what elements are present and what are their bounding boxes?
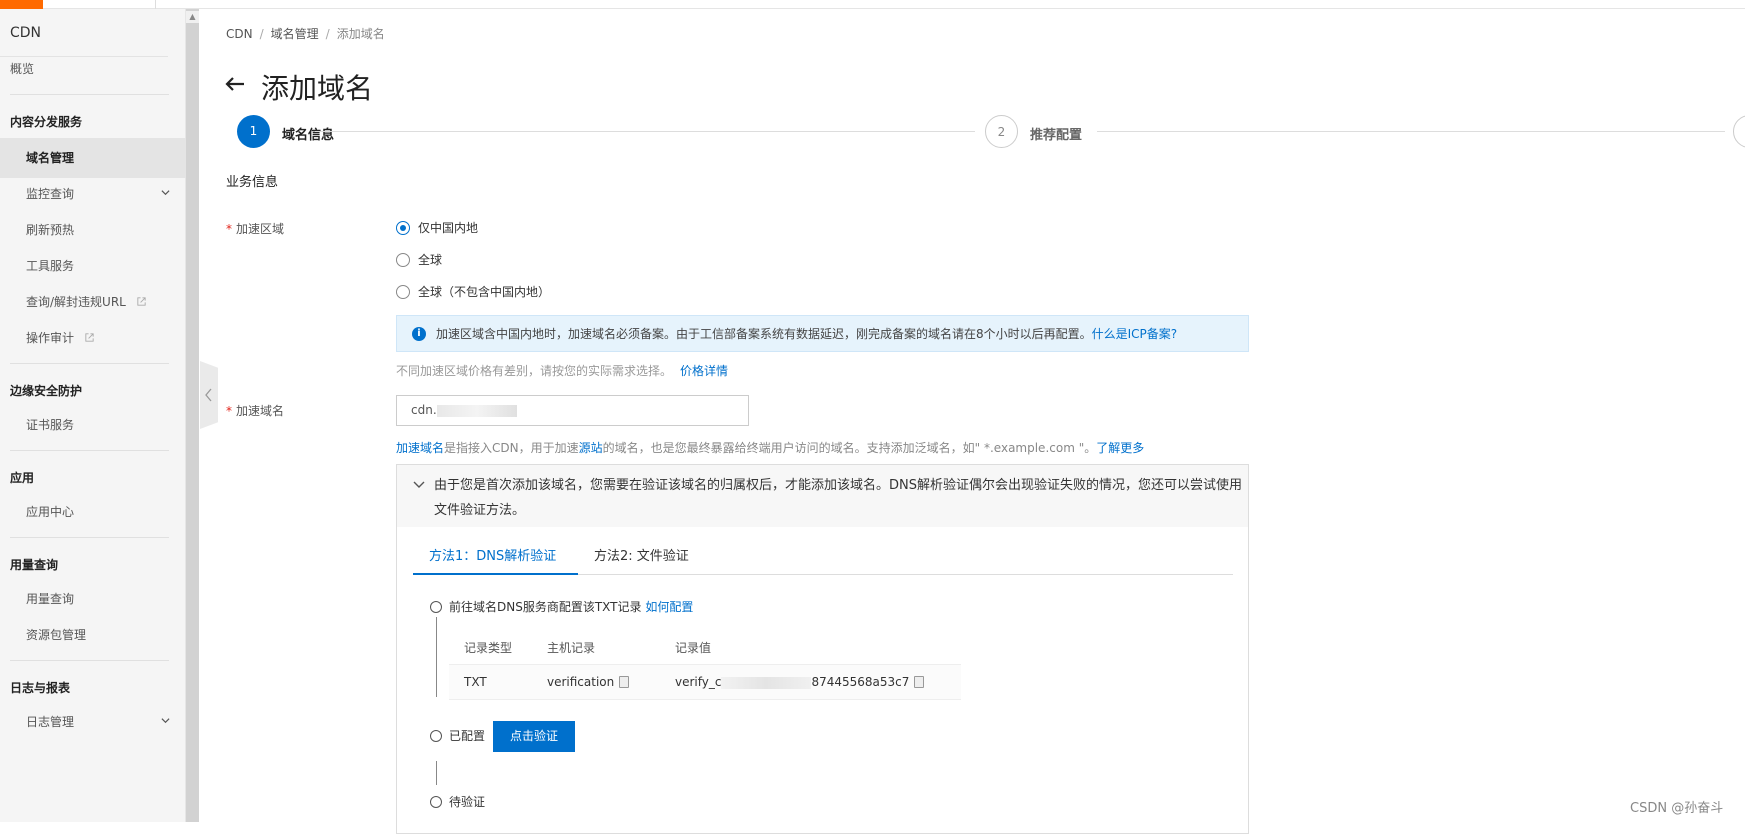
step-ring-icon	[430, 600, 442, 613]
domain-hint: 加速域名是指接入CDN，用于加速源站的域名，也是您最终暴露给终端用户访问的域名。…	[396, 441, 1145, 455]
record-value: verify_c 87445568a53c7	[675, 675, 961, 689]
sidebar-divider	[10, 363, 169, 364]
sidebar-scrollbar[interactable]: ▲	[186, 9, 199, 822]
txt-record-table: 记录类型 主机记录 记录值 TXT verification verify_c 8…	[449, 630, 961, 700]
sidebar-divider	[10, 660, 169, 661]
sidebar-item-audit[interactable]: 操作审计	[0, 318, 186, 358]
tab-dns-verify[interactable]: 方法1：DNS解析验证	[413, 547, 578, 575]
page-title: 添加域名	[261, 72, 374, 105]
region-option-global[interactable]: 全球	[396, 251, 442, 268]
step-connector	[315, 131, 975, 132]
step-timeline	[436, 761, 437, 785]
step-ring-icon	[430, 729, 442, 742]
step-1-indicator: 1	[237, 115, 270, 148]
redacted-text	[721, 676, 812, 689]
copy-icon[interactable]	[914, 676, 925, 688]
domain-term-link[interactable]: 加速域名	[396, 441, 444, 455]
section-title: 业务信息	[226, 175, 279, 190]
sidebar-item-log-management[interactable]: 日志管理	[0, 702, 186, 742]
breadcrumb-domain-management[interactable]: 域名管理	[271, 27, 319, 41]
price-details-link[interactable]: 价格详情	[680, 364, 728, 378]
step-3-indicator	[1733, 115, 1745, 148]
learn-more-link[interactable]: 了解更多	[1096, 441, 1144, 455]
sidebar-divider	[10, 94, 169, 95]
brand-logo[interactable]	[0, 0, 43, 9]
sidebar-group-apps: 应用	[10, 471, 35, 485]
sidebar-item-monitoring[interactable]: 监控查询	[0, 174, 186, 214]
sidebar-item-domain-management[interactable]: 域名管理	[0, 138, 186, 178]
record-type: TXT	[464, 675, 487, 689]
chevron-down-icon	[161, 190, 170, 196]
breadcrumb: CDN / 域名管理 / 添加域名	[226, 27, 385, 41]
record-host: verification	[547, 675, 675, 689]
sidebar-item-label: 操作审计	[26, 331, 75, 345]
table-header: 记录类型 主机记录 记录值	[464, 640, 712, 655]
copy-icon[interactable]	[619, 676, 630, 688]
step-ring-icon	[430, 795, 442, 808]
step-connector	[1097, 131, 1725, 132]
sidebar-item-overview[interactable]: 概览	[0, 49, 186, 89]
sidebar-group-usage: 用量查询	[10, 558, 59, 572]
domain-input[interactable]: cdn.	[396, 395, 749, 426]
origin-term-link[interactable]: 源站	[579, 441, 603, 455]
verify-message: 由于您是首次添加该域名，您需要在验证该域名的归属权后，才能添加该域名。DNS解析…	[434, 478, 1242, 518]
step-1-label: 域名信息	[282, 128, 335, 143]
ownership-verify-panel: 由于您是首次添加该域名，您需要在验证该域名的归属权后，才能添加该域名。DNS解析…	[396, 464, 1249, 834]
main-content: CDN / 域名管理 / 添加域名 添加域名 1 域名信息 2 推荐配置 业务信息 * 加…	[200, 9, 1745, 834]
sidebar-item-packages[interactable]: 资源包管理	[0, 615, 186, 655]
radio-icon	[396, 284, 410, 299]
region-option-mainland[interactable]: 仅中国内地	[396, 219, 478, 236]
verify-tabs: 方法1：DNS解析验证 方法2: 文件验证	[413, 547, 1233, 575]
sidebar-divider	[10, 537, 169, 538]
region-option-global-excl-mainland[interactable]: 全球（不包含中国内地）	[396, 283, 550, 300]
top-bar	[0, 0, 1745, 9]
scroll-up-arrow-icon[interactable]: ▲	[186, 11, 199, 23]
watermark: CSDN @孙奋斗	[1630, 801, 1724, 816]
verify-step-configured: 已配置	[430, 727, 485, 744]
info-text: 加速区域含中国内地时，加速域名必须备案。由于工信部备案系统有数据延迟，刚完成备案…	[436, 327, 1092, 341]
back-arrow-icon[interactable]	[224, 73, 246, 95]
breadcrumb-add-domain: 添加域名	[336, 27, 385, 41]
chevron-down-icon	[161, 718, 170, 724]
external-link-icon	[85, 333, 94, 342]
price-hint: 不同加速区域价格有差别，请按您的实际需求选择。 价格详情	[396, 364, 729, 378]
sidebar-divider	[10, 450, 169, 451]
region-label: * 加速区域	[226, 222, 285, 236]
tab-file-verify[interactable]: 方法2: 文件验证	[594, 547, 689, 575]
icp-info-alert: i 加速区域含中国内地时，加速域名必须备案。由于工信部备案系统有数据延迟，刚完成…	[396, 315, 1249, 352]
radio-icon	[396, 252, 410, 267]
sidebar-item-label: 日志管理	[26, 715, 75, 729]
sidebar-item-tools[interactable]: 工具服务	[0, 246, 186, 286]
external-link-icon	[137, 297, 146, 306]
sidebar-item-refresh[interactable]: 刷新预热	[0, 210, 186, 250]
sidebar-group-logs: 日志与报表	[10, 681, 71, 695]
sidebar-item-url-query[interactable]: 查询/解封违规URL	[0, 282, 186, 322]
sidebar-item-label: 查询/解封违规URL	[26, 295, 126, 309]
sidebar-group-content: 内容分发服务	[10, 115, 83, 129]
top-bar-divider	[155, 0, 156, 9]
domain-label: * 加速域名	[226, 404, 285, 418]
sidebar-item-label: 监控查询	[26, 187, 75, 201]
sidebar: CDN 概览 内容分发服务 域名管理 监控查询 刷新预热 工具服务 查询/解封违…	[0, 9, 186, 822]
step-2-indicator: 2	[985, 115, 1018, 148]
verify-button[interactable]: 点击验证	[493, 721, 575, 752]
how-to-configure-link[interactable]: 如何配置	[645, 598, 693, 615]
verify-step-pending: 待验证	[430, 793, 485, 810]
info-icon: i	[412, 326, 426, 341]
table-row: TXT verification verify_c 87445568a53c7	[449, 664, 961, 700]
breadcrumb-cdn[interactable]: CDN	[226, 27, 253, 41]
radio-checked-icon	[396, 220, 410, 235]
verify-step-configure: 前往域名DNS服务商配置该TXT记录 如何配置	[430, 598, 693, 615]
sidebar-item-certificates[interactable]: 证书服务	[0, 405, 186, 445]
sidebar-item-app-center[interactable]: 应用中心	[0, 492, 186, 532]
redacted-text	[436, 404, 517, 417]
sidebar-item-usage-query[interactable]: 用量查询	[0, 579, 186, 619]
verify-panel-header[interactable]: 由于您是首次添加该域名，您需要在验证该域名的归属权后，才能添加该域名。DNS解析…	[397, 465, 1248, 527]
sidebar-group-security: 边缘安全防护	[10, 384, 83, 398]
chevron-down-icon	[413, 481, 425, 488]
icp-link[interactable]: 什么是ICP备案?	[1092, 325, 1178, 342]
step-timeline	[436, 617, 437, 697]
step-2-label: 推荐配置	[1030, 128, 1083, 143]
